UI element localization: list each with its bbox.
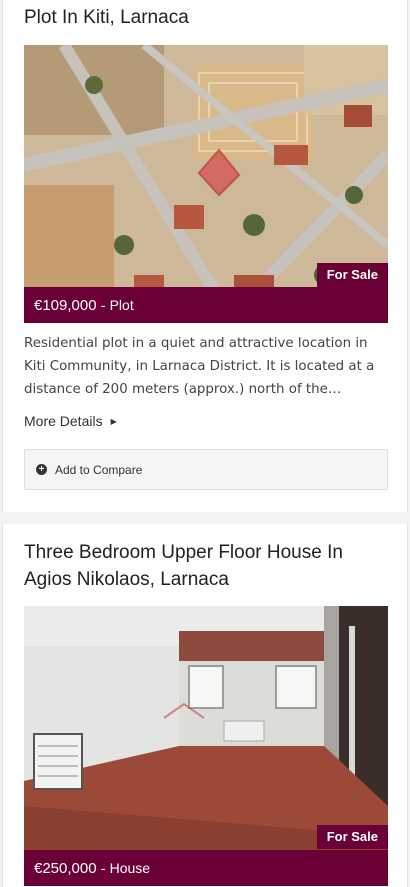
price-bar: €250,000 - House bbox=[24, 850, 388, 886]
property-type-label: Plot bbox=[109, 297, 134, 313]
property-image-link[interactable]: For Sale €250,000 - House bbox=[24, 606, 388, 886]
property-description: Residential plot in a quiet and attracti… bbox=[24, 336, 375, 397]
status-badge: For Sale bbox=[316, 825, 388, 849]
caret-right-icon: ▶ bbox=[110, 416, 117, 426]
property-type-label: House bbox=[109, 860, 151, 876]
property-card: Plot In Kiti, Larnaca For Sale €109,000 … bbox=[2, 0, 408, 512]
listing-page: Plot In Kiti, Larnaca For Sale €109,000 … bbox=[0, 0, 410, 887]
property-title-link[interactable]: Plot In Kiti, Larnaca bbox=[24, 4, 189, 31]
price-separator: - bbox=[100, 297, 106, 313]
price-bar: €109,000 - Plot bbox=[24, 287, 388, 323]
plus-circle-icon: + bbox=[36, 464, 47, 475]
more-details-label: More Details bbox=[24, 413, 103, 429]
property-card: Three Bedroom Upper Floor House In Agios… bbox=[2, 524, 408, 887]
status-badge: For Sale bbox=[316, 263, 388, 287]
add-to-compare-button[interactable]: + Add to Compare bbox=[24, 449, 388, 490]
property-title-link[interactable]: Three Bedroom Upper Floor House In Agios… bbox=[24, 539, 394, 593]
more-details-link[interactable]: More Details ▶ bbox=[24, 413, 117, 429]
price-label: €109,000 bbox=[34, 297, 97, 314]
price-label: €250,000 bbox=[34, 860, 97, 877]
price-separator: - bbox=[100, 860, 106, 876]
property-image-link[interactable]: For Sale €109,000 - Plot bbox=[24, 45, 388, 323]
add-to-compare-label: Add to Compare bbox=[55, 462, 143, 477]
